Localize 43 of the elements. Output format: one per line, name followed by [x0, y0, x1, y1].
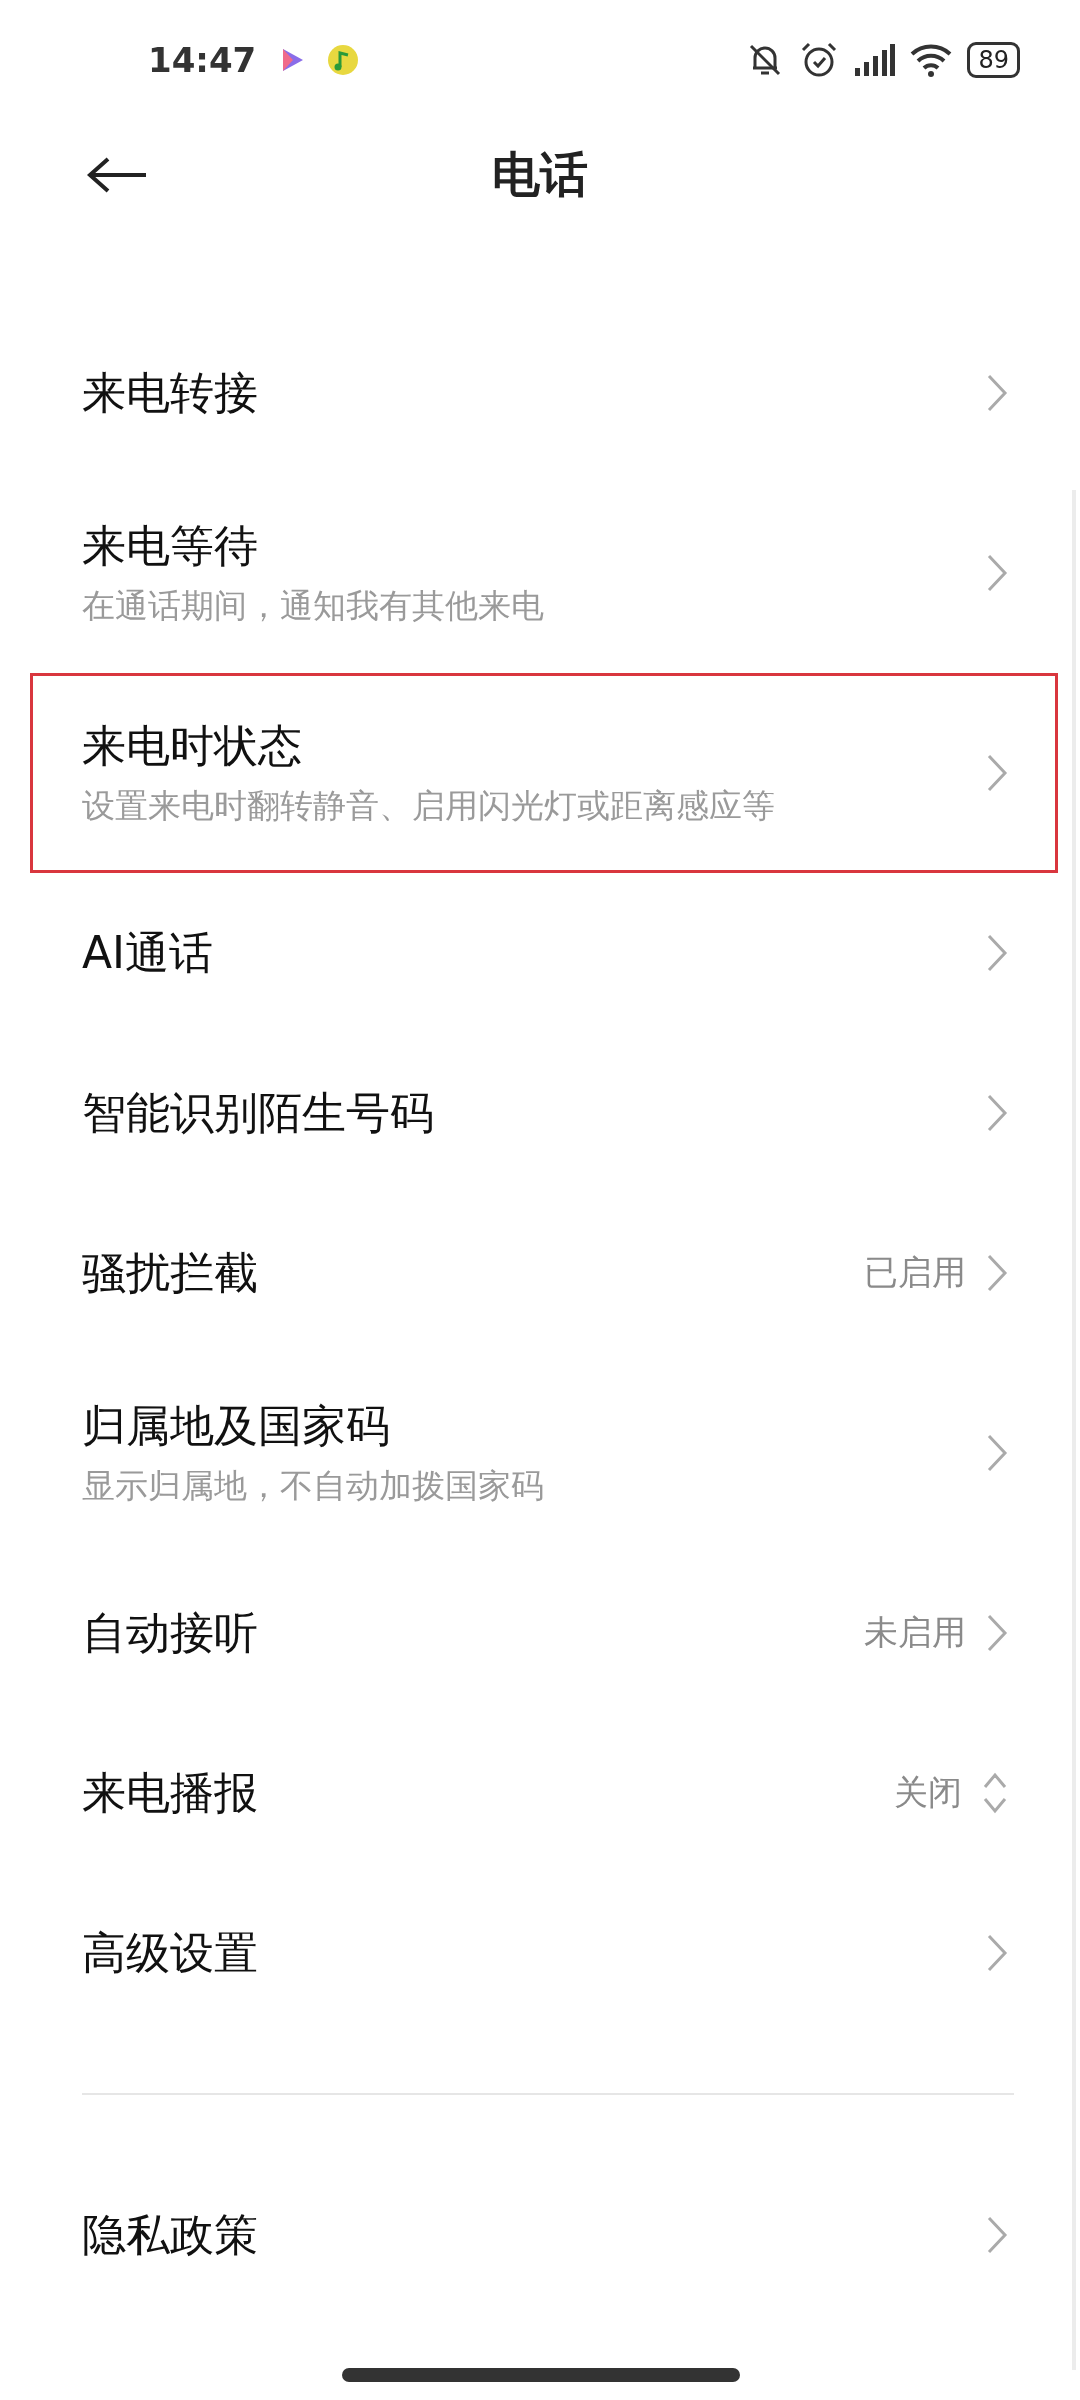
- settings-row[interactable]: 归属地及国家码 显示归属地，不自动加拨国家码: [0, 1353, 1058, 1553]
- setting-value: 未启用: [864, 1611, 966, 1654]
- chevron-right-icon: [986, 1933, 1008, 1973]
- chevron-right-icon: [986, 1613, 1008, 1653]
- setting-title: AI通话: [82, 925, 215, 980]
- status-time: 14:47: [148, 40, 257, 80]
- chevron-right-icon: [986, 753, 1008, 793]
- settings-row[interactable]: 来电等待 在通话期间，通知我有其他来电: [0, 473, 1058, 673]
- chevron-right-icon: [986, 1433, 1008, 1473]
- settings-row[interactable]: 高级设置: [0, 1873, 1058, 2033]
- setting-title: 高级设置: [82, 1925, 259, 1980]
- setting-title: 归属地及国家码: [82, 1399, 391, 1453]
- setting-title: 来电等待: [82, 519, 259, 573]
- chevron-right-icon: [986, 933, 1008, 973]
- setting-title: 自动接听: [82, 1605, 259, 1660]
- setting-title: 隐私政策: [82, 2207, 259, 2262]
- chevron-right-icon: [986, 373, 1008, 413]
- chevron-right-icon: [986, 1253, 1008, 1293]
- settings-row[interactable]: AI通话: [0, 873, 1058, 1033]
- settings-row[interactable]: 隐私政策: [0, 2155, 1058, 2315]
- setting-title: 来电播报: [82, 1765, 259, 1820]
- chevron-right-icon: [986, 1093, 1008, 1133]
- settings-row[interactable]: 来电播报 关闭: [0, 1713, 1058, 1873]
- chevron-right-icon: [986, 2215, 1008, 2255]
- setting-title: 来电时状态: [82, 719, 303, 773]
- setting-value: 已启用: [864, 1251, 966, 1294]
- setting-value: 关闭: [894, 1771, 962, 1814]
- page-title: 电话: [492, 145, 588, 204]
- music-note-icon: [326, 43, 361, 77]
- settings-row[interactable]: 自动接听 未启用: [0, 1553, 1058, 1713]
- setting-title: 智能识别陌生号码: [82, 1085, 435, 1140]
- settings-row[interactable]: 智能识别陌生号码: [0, 1033, 1058, 1193]
- battery-level: 89: [967, 42, 1020, 78]
- setting-description: 在通话期间，通知我有其他来电: [82, 585, 545, 627]
- settings-row[interactable]: 来电转接: [0, 313, 1058, 473]
- setting-title: 骚扰拦截: [82, 1245, 259, 1300]
- back-arrow-icon[interactable]: [86, 155, 148, 195]
- chevron-right-icon: [986, 553, 1008, 593]
- highlighted-settings-row[interactable]: 来电时状态 设置来电时翻转静音、启用闪光灯或距离感应等: [30, 673, 1058, 873]
- settings-row[interactable]: 骚扰拦截 已启用: [0, 1193, 1058, 1353]
- setting-description: 显示归属地，不自动加拨国家码: [82, 1465, 545, 1507]
- setting-description: 设置来电时翻转静音、启用闪光灯或距离感应等: [82, 785, 776, 827]
- setting-title: 来电转接: [82, 365, 259, 420]
